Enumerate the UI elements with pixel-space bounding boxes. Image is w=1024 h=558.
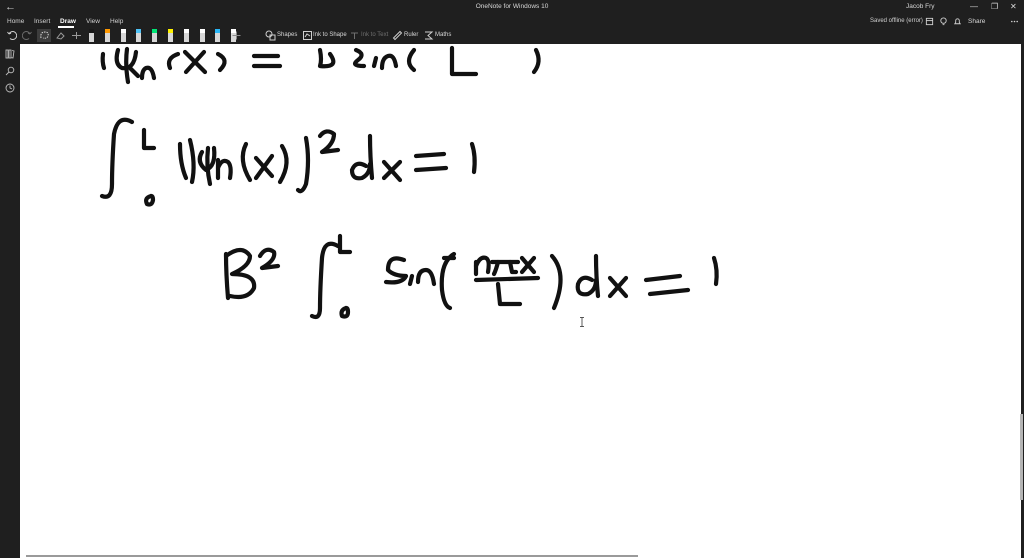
vertical-scrollbar[interactable] bbox=[1020, 414, 1023, 500]
pen-body-icon bbox=[200, 33, 205, 42]
notebook-icon[interactable] bbox=[925, 17, 934, 26]
search-icon[interactable] bbox=[5, 66, 15, 76]
eraser-icon[interactable] bbox=[55, 30, 66, 41]
maths-icon[interactable] bbox=[423, 30, 434, 41]
pen-5-button[interactable] bbox=[152, 29, 157, 42]
pen-3-button[interactable] bbox=[121, 29, 126, 42]
ruler-button[interactable]: Ruler bbox=[404, 32, 418, 38]
ink-to-text-icon bbox=[351, 32, 358, 39]
tab-view[interactable]: View bbox=[86, 18, 100, 25]
pen-6-button[interactable] bbox=[168, 29, 173, 42]
bell-icon[interactable] bbox=[953, 17, 962, 26]
tab-help[interactable]: Help bbox=[110, 18, 123, 25]
tab-draw[interactable]: Draw bbox=[60, 18, 76, 25]
tab-insert[interactable]: Insert bbox=[34, 18, 50, 25]
handwritten-ink[interactable] bbox=[20, 44, 1021, 558]
shapes-button[interactable]: Shapes bbox=[277, 32, 297, 38]
tab-home[interactable]: Home bbox=[7, 18, 24, 25]
pen-4-button[interactable] bbox=[136, 29, 141, 42]
ink-to-shape-icon[interactable] bbox=[302, 30, 313, 41]
pen-body-icon bbox=[168, 33, 173, 42]
pen-2-button[interactable] bbox=[105, 29, 110, 42]
ink-to-shape-button[interactable]: Ink to Shape bbox=[313, 32, 347, 38]
add-space-icon[interactable] bbox=[71, 30, 82, 41]
user-name[interactable]: Jacob Fry bbox=[906, 3, 935, 10]
lasso-icon bbox=[40, 31, 49, 39]
pen-7-button[interactable] bbox=[184, 29, 189, 42]
app-title: OneNote for Windows 10 bbox=[475, 3, 549, 10]
recent-icon[interactable] bbox=[5, 83, 15, 93]
pen-body-icon bbox=[184, 33, 189, 42]
left-navigation bbox=[0, 44, 20, 558]
page-canvas[interactable] bbox=[20, 44, 1021, 558]
pen-body-icon bbox=[121, 33, 126, 42]
add-pen-icon[interactable] bbox=[231, 30, 242, 41]
maximize-button[interactable]: ❐ bbox=[991, 2, 998, 11]
ruler-icon[interactable] bbox=[392, 30, 403, 41]
pen-body-icon bbox=[215, 33, 220, 42]
pen-body-icon bbox=[152, 33, 157, 42]
maths-button[interactable]: Maths bbox=[435, 32, 451, 38]
more-options-icon[interactable] bbox=[1010, 17, 1019, 26]
share-button[interactable]: Share bbox=[968, 18, 985, 25]
ink-to-text-button[interactable]: Ink to Text bbox=[361, 32, 388, 38]
pen-8-button[interactable] bbox=[200, 29, 205, 42]
minimize-button[interactable]: — bbox=[970, 2, 978, 11]
pen-body-icon bbox=[136, 33, 141, 42]
redo-icon[interactable] bbox=[22, 30, 33, 41]
title-bar: ← OneNote for Windows 10 Jacob Fry — ❐ ✕ bbox=[0, 0, 1024, 16]
pen-body-icon bbox=[105, 33, 110, 42]
pen-1-button[interactable] bbox=[89, 29, 94, 42]
pen-9-button[interactable] bbox=[215, 29, 220, 42]
text-cursor-icon bbox=[580, 317, 584, 327]
horizontal-scrollbar[interactable] bbox=[26, 555, 638, 557]
shapes-icon[interactable] bbox=[265, 30, 276, 41]
undo-icon[interactable] bbox=[6, 30, 17, 41]
notebooks-icon[interactable] bbox=[5, 49, 15, 59]
pen-body-icon bbox=[89, 33, 94, 42]
lightbulb-icon[interactable] bbox=[939, 17, 948, 26]
close-button[interactable]: ✕ bbox=[1010, 2, 1017, 11]
sync-status[interactable]: Saved offline (error) bbox=[870, 18, 923, 24]
